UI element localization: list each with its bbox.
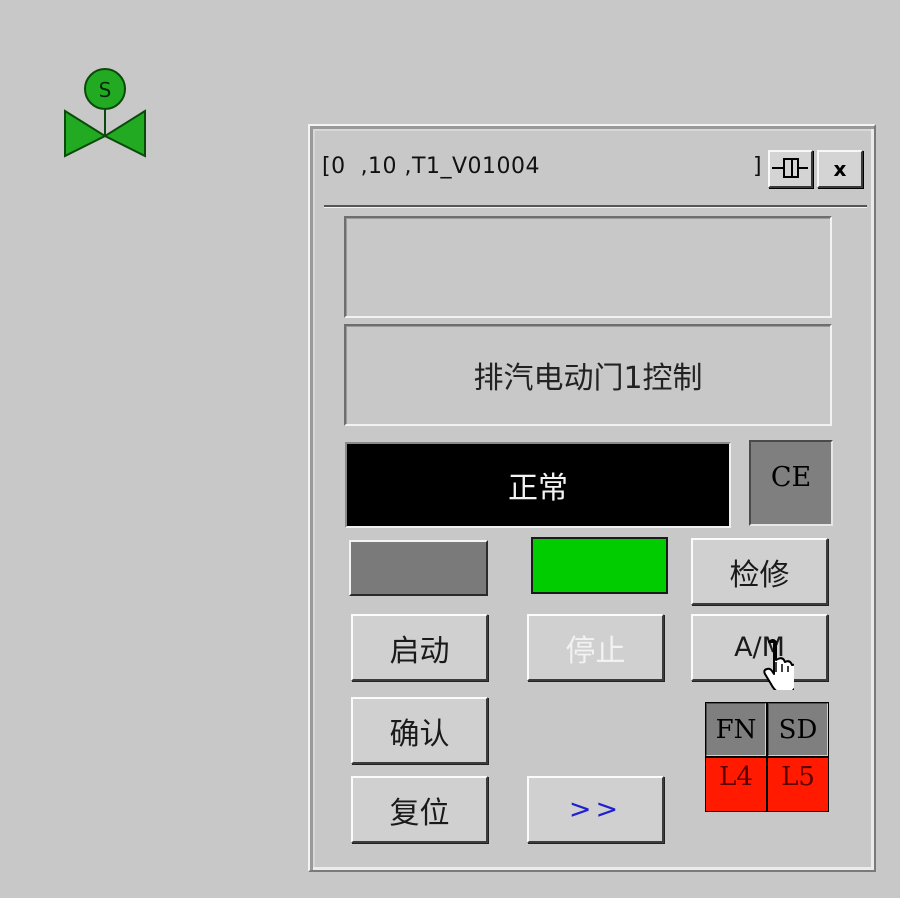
valve-symbol[interactable]: S xyxy=(60,66,150,158)
close-button[interactable]: x xyxy=(817,150,863,188)
status-display: 正常 xyxy=(345,442,731,528)
valve-body-left xyxy=(64,109,108,158)
reset-button[interactable]: 复位 xyxy=(351,776,488,843)
valve-label: S xyxy=(99,78,112,102)
valve-body-right xyxy=(102,109,146,158)
tag-l5: L5 xyxy=(768,758,828,811)
auto-manual-button[interactable]: A/M xyxy=(691,614,828,681)
device-description: 排汽电动门1控制 xyxy=(344,324,832,426)
ce-indicator: CE xyxy=(749,440,833,526)
closed-state-indicator xyxy=(531,537,668,594)
more-button[interactable]: >> xyxy=(527,776,664,843)
stop-button[interactable]: 停止 xyxy=(527,614,664,681)
window-title-bracket: ] xyxy=(753,154,762,179)
pin-button[interactable] xyxy=(768,150,813,188)
title-divider xyxy=(324,205,867,208)
pin-icon xyxy=(772,158,808,178)
interlock-tag-grid: FN SD L4 L5 xyxy=(705,702,829,812)
close-icon: x xyxy=(833,157,847,181)
info-display xyxy=(344,216,832,318)
tag-l4: L4 xyxy=(706,758,766,811)
open-state-indicator xyxy=(349,540,488,596)
tag-sd: SD xyxy=(768,703,828,756)
tag-fn: FN xyxy=(706,703,766,756)
confirm-button[interactable]: 确认 xyxy=(351,697,488,764)
window-title: [0 ,10 ,T1_V01004 xyxy=(322,154,541,179)
start-button[interactable]: 启动 xyxy=(351,614,488,681)
repair-button[interactable]: 检修 xyxy=(691,538,828,605)
